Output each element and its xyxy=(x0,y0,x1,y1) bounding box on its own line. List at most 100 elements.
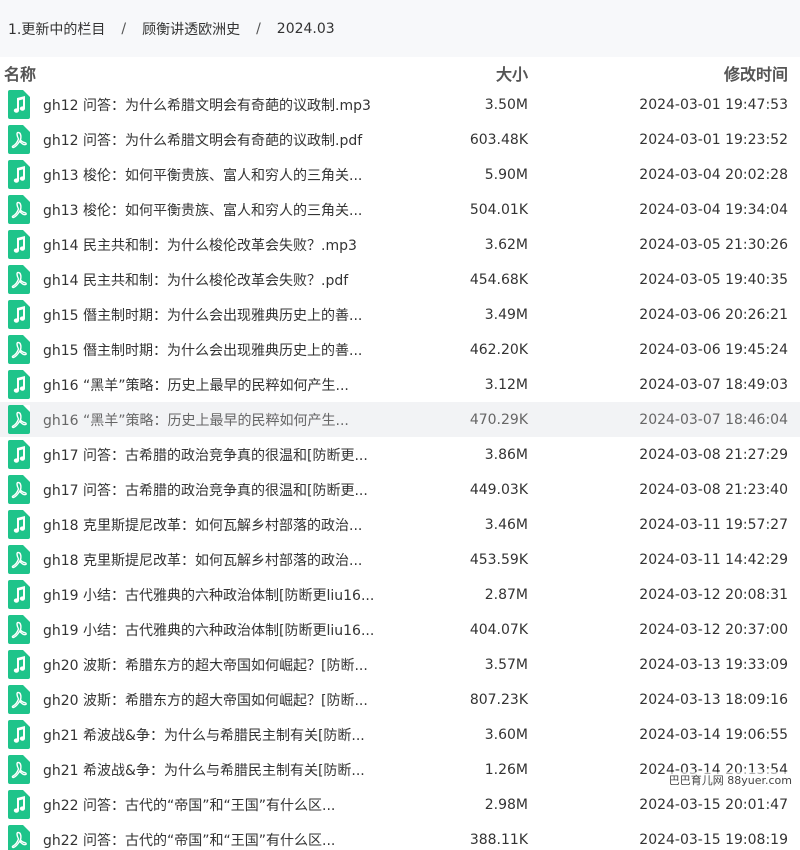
file-modified-time: 2024-03-15 20:01:47 xyxy=(639,796,788,813)
breadcrumb-item[interactable]: 顾衡讲透欧洲史 xyxy=(142,19,240,39)
file-name[interactable]: gh16 “黑羊”策略：历史上最早的民粹如何产生... xyxy=(43,375,349,395)
pdf-file-icon xyxy=(8,755,30,784)
file-size: 404.07K xyxy=(469,621,528,638)
audio-file-icon xyxy=(8,300,30,329)
file-size: 2.87M xyxy=(484,586,528,603)
file-modified-time: 2024-03-07 18:46:04 xyxy=(639,411,788,428)
breadcrumb-separator: / xyxy=(256,20,261,37)
file-row[interactable]: gh13 梭伦：如何平衡贵族、富人和穷人的三角关... 5.90M 2024-03-… xyxy=(0,157,800,192)
file-row[interactable]: gh22 问答：古代的“帝国”和“王国”有什么区... 388.11K 2024-0… xyxy=(0,822,800,850)
file-name[interactable]: gh21 希波战&争：为什么与希腊民主制有关[防断... xyxy=(43,725,365,745)
file-size: 807.23K xyxy=(469,691,528,708)
file-modified-time: 2024-03-06 20:26:21 xyxy=(639,306,788,323)
file-modified-time: 2024-03-13 18:09:16 xyxy=(639,691,788,708)
file-size: 3.57M xyxy=(484,656,528,673)
audio-file-icon xyxy=(8,790,30,819)
audio-file-icon xyxy=(8,720,30,749)
file-row[interactable]: gh19 小结：古代雅典的六种政治体制[防断更liu16... 2.87M 2024… xyxy=(0,577,800,612)
file-name[interactable]: gh20 波斯：希腊东方的超大帝国如何崛起？[防断... xyxy=(43,690,368,710)
file-size: 3.50M xyxy=(484,96,528,113)
file-row[interactable]: gh17 问答：古希腊的政治竞争真的很温和[防断更... 3.86M 2024-03… xyxy=(0,437,800,472)
file-row[interactable]: gh13 梭伦：如何平衡贵族、富人和穷人的三角关... 504.01K 2024-0… xyxy=(0,192,800,227)
file-modified-time: 2024-03-05 21:30:26 xyxy=(639,236,788,253)
file-list: gh12 问答：为什么希腊文明会有奇葩的议政制.mp3 3.50M 2024-03-… xyxy=(0,87,800,850)
list-header: 名称 大小 修改时间 xyxy=(0,57,800,89)
file-name[interactable]: gh20 波斯：希腊东方的超大帝国如何崛起？[防断... xyxy=(43,655,368,675)
file-size: 470.29K xyxy=(469,411,528,428)
file-size: 3.46M xyxy=(484,516,528,533)
file-name[interactable]: gh17 问答：古希腊的政治竞争真的很温和[防断更... xyxy=(43,480,368,500)
file-row[interactable]: gh16 “黑羊”策略：历史上最早的民粹如何产生... 470.29K 2024-0… xyxy=(0,402,800,437)
pdf-file-icon xyxy=(8,545,30,574)
file-row[interactable]: gh14 民主共和制：为什么梭伦改革会失败？.pdf 454.68K 2024-03… xyxy=(0,262,800,297)
file-size: 454.68K xyxy=(469,271,528,288)
pdf-file-icon xyxy=(8,195,30,224)
file-row[interactable]: gh18 克里斯提尼改革：如何瓦解乡村部落的政治... 453.59K 2024-0… xyxy=(0,542,800,577)
column-header-time[interactable]: 修改时间 xyxy=(724,61,788,85)
file-size: 462.20K xyxy=(469,341,528,358)
file-row[interactable]: gh18 克里斯提尼改革：如何瓦解乡村部落的政治... 3.46M 2024-03-… xyxy=(0,507,800,542)
file-size: 2.98M xyxy=(484,796,528,813)
file-name[interactable]: gh19 小结：古代雅典的六种政治体制[防断更liu16... xyxy=(43,585,374,605)
file-row[interactable]: gh22 问答：古代的“帝国”和“王国”有什么区... 2.98M 2024-03-… xyxy=(0,787,800,822)
watermark: 巴巴育儿网 88yuer.com xyxy=(668,772,792,788)
file-row[interactable]: gh21 希波战&争：为什么与希腊民主制有关[防断... 3.60M 2024-03… xyxy=(0,717,800,752)
file-row[interactable]: gh12 问答：为什么希腊文明会有奇葩的议政制.pdf 603.48K 2024-0… xyxy=(0,122,800,157)
file-name[interactable]: gh17 问答：古希腊的政治竞争真的很温和[防断更... xyxy=(43,445,368,465)
file-row[interactable]: gh20 波斯：希腊东方的超大帝国如何崛起？[防断... 3.57M 2024-03… xyxy=(0,647,800,682)
file-name[interactable]: gh14 民主共和制：为什么梭伦改革会失败？.pdf xyxy=(43,270,348,290)
file-size: 3.62M xyxy=(484,236,528,253)
file-size: 3.86M xyxy=(484,446,528,463)
audio-file-icon xyxy=(8,580,30,609)
file-name[interactable]: gh14 民主共和制：为什么梭伦改革会失败？.mp3 xyxy=(43,235,357,255)
file-name[interactable]: gh13 梭伦：如何平衡贵族、富人和穷人的三角关... xyxy=(43,165,362,185)
file-row[interactable]: gh19 小结：古代雅典的六种政治体制[防断更liu16... 404.07K 20… xyxy=(0,612,800,647)
file-name[interactable]: gh15 僭主制时期：为什么会出现雅典历史上的善... xyxy=(43,305,362,325)
file-row[interactable]: gh15 僭主制时期：为什么会出现雅典历史上的善... 462.20K 2024-0… xyxy=(0,332,800,367)
pdf-file-icon xyxy=(8,405,30,434)
file-size: 388.11K xyxy=(469,831,528,848)
file-modified-time: 2024-03-11 19:57:27 xyxy=(639,516,788,533)
audio-file-icon xyxy=(8,510,30,539)
file-modified-time: 2024-03-11 14:42:29 xyxy=(639,551,788,568)
file-row[interactable]: gh14 民主共和制：为什么梭伦改革会失败？.mp3 3.62M 2024-03-0… xyxy=(0,227,800,262)
file-name[interactable]: gh18 克里斯提尼改革：如何瓦解乡村部落的政治... xyxy=(43,550,362,570)
file-name[interactable]: gh21 希波战&争：为什么与希腊民主制有关[防断... xyxy=(43,760,365,780)
pdf-file-icon xyxy=(8,825,30,850)
file-name[interactable]: gh16 “黑羊”策略：历史上最早的民粹如何产生... xyxy=(43,410,349,430)
file-row[interactable]: gh17 问答：古希腊的政治竞争真的很温和[防断更... 449.03K 2024-… xyxy=(0,472,800,507)
file-size: 449.03K xyxy=(469,481,528,498)
pdf-file-icon xyxy=(8,615,30,644)
file-name[interactable]: gh13 梭伦：如何平衡贵族、富人和穷人的三角关... xyxy=(43,200,362,220)
pdf-file-icon xyxy=(8,265,30,294)
file-row[interactable]: gh16 “黑羊”策略：历史上最早的民粹如何产生... 3.12M 2024-03-… xyxy=(0,367,800,402)
pdf-file-icon xyxy=(8,125,30,154)
file-modified-time: 2024-03-14 19:06:55 xyxy=(639,726,788,743)
file-name[interactable]: gh19 小结：古代雅典的六种政治体制[防断更liu16... xyxy=(43,620,374,640)
breadcrumb-item-current[interactable]: 2024.03 xyxy=(277,21,335,37)
breadcrumb-separator: / xyxy=(121,20,127,37)
file-size: 603.48K xyxy=(469,131,528,148)
file-name[interactable]: gh12 问答：为什么希腊文明会有奇葩的议政制.mp3 xyxy=(43,95,371,115)
file-name[interactable]: gh22 问答：古代的“帝国”和“王国”有什么区... xyxy=(43,830,335,850)
pdf-file-icon xyxy=(8,685,30,714)
file-modified-time: 2024-03-06 19:45:24 xyxy=(639,341,788,358)
file-name[interactable]: gh12 问答：为什么希腊文明会有奇葩的议政制.pdf xyxy=(43,130,362,150)
file-row[interactable]: gh15 僭主制时期：为什么会出现雅典历史上的善... 3.49M 2024-03-… xyxy=(0,297,800,332)
pdf-file-icon xyxy=(8,335,30,364)
file-name[interactable]: gh22 问答：古代的“帝国”和“王国”有什么区... xyxy=(43,795,335,815)
breadcrumb-item[interactable]: 1.更新中的栏目 xyxy=(8,19,105,39)
file-row[interactable]: gh20 波斯：希腊东方的超大帝国如何崛起？[防断... 807.23K 2024-… xyxy=(0,682,800,717)
file-name[interactable]: gh18 克里斯提尼改革：如何瓦解乡村部落的政治... xyxy=(43,515,362,535)
file-modified-time: 2024-03-13 19:33:09 xyxy=(639,656,788,673)
breadcrumb: 1.更新中的栏目 / 顾衡讲透欧洲史 / 2024.03 xyxy=(0,0,800,57)
file-size: 3.12M xyxy=(484,376,528,393)
file-modified-time: 2024-03-04 19:34:04 xyxy=(639,201,788,218)
file-name[interactable]: gh15 僭主制时期：为什么会出现雅典历史上的善... xyxy=(43,340,362,360)
column-header-name[interactable]: 名称 xyxy=(4,61,36,85)
audio-file-icon xyxy=(8,370,30,399)
pdf-file-icon xyxy=(8,475,30,504)
file-row[interactable]: gh12 问答：为什么希腊文明会有奇葩的议政制.mp3 3.50M 2024-03-… xyxy=(0,87,800,122)
column-header-size[interactable]: 大小 xyxy=(496,61,528,85)
audio-file-icon xyxy=(8,440,30,469)
